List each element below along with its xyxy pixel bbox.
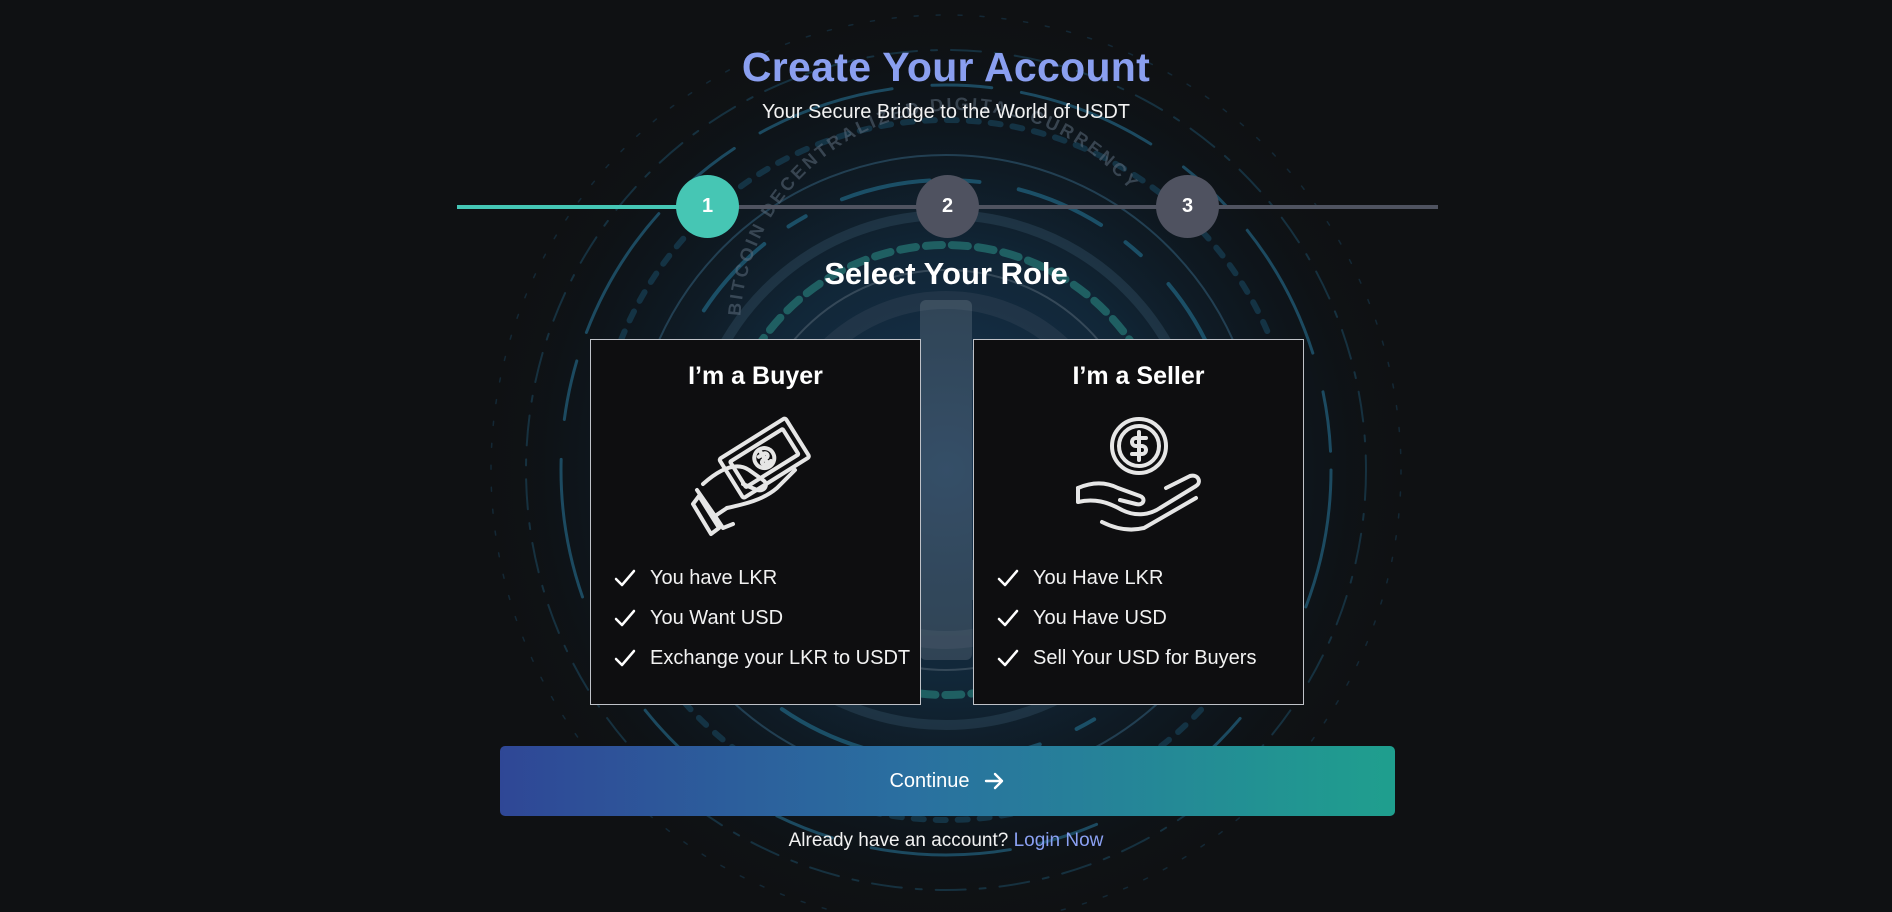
feature-label: You Have LKR: [1033, 566, 1164, 589]
check-icon: [614, 609, 636, 627]
stepper-track-pending: [677, 205, 1438, 209]
page-subtitle: Your Secure Bridge to the World of USDT: [762, 101, 1130, 123]
check-icon: [997, 649, 1019, 667]
check-icon: [997, 569, 1019, 587]
buyer-card-title: I’m a Buyer: [688, 362, 823, 390]
login-prompt: Already have an account? Login Now: [0, 830, 1892, 852]
hand-receiving-dollar-coin-icon: [1076, 417, 1201, 532]
step-1[interactable]: 1: [676, 175, 739, 238]
list-item: Exchange your LKR to USDT: [614, 638, 910, 678]
stepper-track-complete: [457, 205, 677, 209]
step-2[interactable]: 2: [916, 175, 979, 238]
buyer-feature-list: You have LKR You Want USD Exchange your …: [614, 558, 910, 678]
seller-role-card[interactable]: I’m a Seller You Have LKR You Have USD S…: [973, 339, 1304, 705]
progress-stepper: 1 2 3: [457, 175, 1438, 241]
feature-label: You have LKR: [650, 566, 778, 589]
buyer-role-card[interactable]: I’m a Buyer You have LKR You Want USD Ex…: [590, 339, 921, 705]
list-item: You have LKR: [614, 558, 910, 598]
check-icon: [614, 649, 636, 667]
feature-label: Exchange your LKR to USDT: [650, 646, 911, 669]
continue-button[interactable]: Continue: [500, 746, 1395, 816]
feature-label: You Have USD: [1033, 606, 1167, 629]
feature-label: Sell Your USD for Buyers: [1033, 646, 1257, 669]
hand-giving-cash-icon: [691, 416, 811, 536]
list-item: You Have USD: [997, 598, 1256, 638]
login-now-link[interactable]: Login Now: [1014, 830, 1104, 851]
seller-feature-list: You Have LKR You Have USD Sell Your USD …: [997, 558, 1256, 678]
check-icon: [614, 569, 636, 587]
list-item: Sell Your USD for Buyers: [997, 638, 1256, 678]
arrow-right-icon: [984, 772, 1003, 790]
list-item: You Want USD: [614, 598, 910, 638]
feature-label: You Want USD: [650, 606, 784, 629]
page-title: Create Your Account: [741, 44, 1151, 90]
section-title: Select Your Role: [824, 256, 1068, 291]
login-prompt-text: Already have an account?: [788, 830, 1009, 851]
list-item: You Have LKR: [997, 558, 1256, 598]
step-3[interactable]: 3: [1156, 175, 1219, 238]
seller-card-title: I’m a Seller: [1072, 362, 1205, 390]
continue-button-label: Continue: [889, 769, 970, 792]
check-icon: [997, 609, 1019, 627]
